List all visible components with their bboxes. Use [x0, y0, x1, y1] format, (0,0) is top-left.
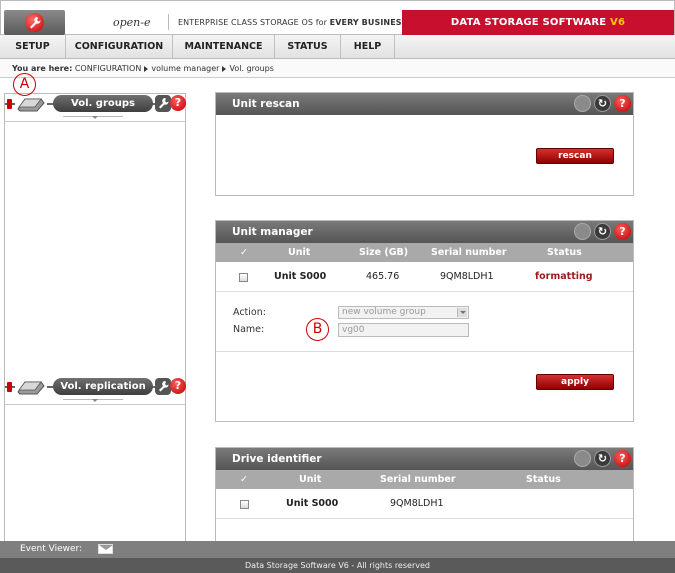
- table-row: Unit S000 465.76 9QM8LDH1 formatting: [216, 262, 633, 292]
- action-label: Action:: [233, 307, 266, 318]
- name-input[interactable]: vg00: [338, 323, 469, 337]
- vol-replication-tab[interactable]: Vol. replication: [53, 378, 153, 395]
- unit-size: 465.76: [366, 271, 400, 282]
- nav-help[interactable]: HELP: [341, 35, 395, 59]
- unit-checkbox[interactable]: [239, 273, 248, 282]
- unit-name: Unit S000: [274, 271, 327, 282]
- help-icon[interactable]: ?: [614, 223, 631, 240]
- drive-identifier-panel: Drive identifier ↻ ? ✓ Unit Serial numbe…: [215, 447, 634, 543]
- col-check: ✓: [240, 474, 248, 485]
- product-version: V6: [610, 17, 626, 28]
- annotation-a: A: [13, 73, 36, 96]
- breadcrumb-item-volume-manager[interactable]: volume manager: [151, 64, 219, 73]
- annotation-b: B: [306, 318, 329, 341]
- drive-unit-name: Unit S000: [286, 498, 339, 509]
- breadcrumb-prefix: You are here:: [12, 64, 73, 73]
- panel-title: Unit rescan: [232, 98, 300, 110]
- refresh-icon[interactable]: ↻: [594, 450, 611, 467]
- wrench-icon[interactable]: [155, 378, 171, 395]
- sidebar-divider: [5, 121, 185, 122]
- collapse-arrow-icon[interactable]: [92, 116, 98, 119]
- unit-rescan-panel: Unit rescan ↻ ? rescan: [215, 92, 634, 196]
- nav-configuration[interactable]: CONFIGURATION: [66, 35, 173, 59]
- gear-icon[interactable]: [574, 95, 591, 112]
- col-size: Size (GB): [359, 247, 409, 258]
- collapse-arrow-icon[interactable]: [92, 399, 98, 402]
- unit-manager-panel: Unit manager ↻ ? ✓ Unit Size (GB) Serial…: [215, 220, 634, 422]
- nav-maintenance[interactable]: MAINTENANCE: [173, 35, 275, 59]
- rescan-button[interactable]: rescan: [536, 148, 614, 164]
- tagline-bold: EVERY BUSINESS: [329, 18, 408, 27]
- brand-divider: [168, 14, 169, 30]
- unit-table-header: ✓ Unit Size (GB) Serial number Status: [216, 243, 633, 262]
- action-select[interactable]: new volume group: [338, 306, 469, 319]
- sidebar-panel-vol-groups: Vol. groups ?: [5, 93, 186, 115]
- disk-folder-icon: [15, 95, 47, 113]
- panel-title: Drive identifier: [232, 453, 322, 465]
- mail-icon[interactable]: [98, 544, 113, 554]
- breadcrumb: You are here: CONFIGURATION volume manage…: [0, 59, 675, 78]
- help-icon[interactable]: ?: [170, 378, 186, 394]
- disk-folder-icon: [15, 378, 47, 396]
- breadcrumb-item-vol-groups: Vol. groups: [229, 64, 274, 73]
- tagline-text: ENTERPRISE CLASS STORAGE OS for: [178, 18, 330, 27]
- nav-status[interactable]: STATUS: [275, 35, 341, 59]
- sidebar: Vol. groups ? Vol. replication ?: [4, 93, 186, 543]
- col-status: Status: [547, 247, 582, 258]
- wrench-icon[interactable]: [155, 95, 171, 112]
- nav-setup[interactable]: SETUP: [0, 35, 66, 59]
- col-serial: Serial number: [380, 474, 456, 485]
- panel-marker-icon: [7, 99, 12, 109]
- unit-manager-title: Unit manager ↻ ?: [216, 221, 633, 243]
- event-viewer-label: Event Viewer:: [20, 544, 83, 554]
- refresh-icon[interactable]: ↻: [594, 95, 611, 112]
- table-row: Unit S000 9QM8LDH1: [216, 489, 633, 519]
- panel-title: Unit manager: [232, 226, 313, 238]
- drive-identifier-title: Drive identifier ↻ ?: [216, 448, 633, 470]
- help-icon[interactable]: ?: [170, 95, 186, 111]
- col-check: ✓: [240, 247, 248, 258]
- section-divider: [216, 351, 633, 352]
- action-select-value: new volume group: [342, 307, 426, 317]
- gear-icon[interactable]: [574, 223, 591, 240]
- col-status: Status: [526, 474, 561, 485]
- tagline: ENTERPRISE CLASS STORAGE OS for EVERY BU…: [178, 18, 407, 27]
- drive-checkbox[interactable]: [240, 500, 249, 509]
- main-nav: SETUP CONFIGURATION MAINTENANCE STATUS H…: [0, 35, 675, 59]
- unit-rescan-title: Unit rescan ↻ ?: [216, 93, 633, 115]
- vol-groups-tab[interactable]: Vol. groups: [53, 95, 153, 112]
- event-viewer-bar: Event Viewer:: [0, 541, 675, 558]
- home-button[interactable]: [4, 10, 65, 35]
- product-name: DATA STORAGE SOFTWARE: [450, 17, 610, 28]
- brand-logo: open-e: [113, 16, 151, 29]
- chevron-down-icon: [457, 308, 467, 317]
- col-serial: Serial number: [431, 247, 507, 258]
- panel-marker-icon: [7, 382, 12, 392]
- breadcrumb-arrow-icon: [222, 65, 227, 72]
- wrench-logo-icon: [25, 13, 44, 32]
- product-banner: DATA STORAGE SOFTWARE V6: [402, 10, 674, 36]
- drive-table-header: ✓ Unit Serial number Status: [216, 470, 633, 489]
- unit-serial: 9QM8LDH1: [440, 271, 494, 282]
- drive-serial: 9QM8LDH1: [390, 498, 444, 509]
- name-label: Name:: [233, 324, 265, 335]
- copyright-footer: Data Storage Software V6 - All rights re…: [0, 558, 675, 573]
- col-unit: Unit: [299, 474, 322, 485]
- sidebar-panel-vol-replication: Vol. replication ?: [5, 376, 186, 398]
- gear-icon[interactable]: [574, 450, 591, 467]
- refresh-icon[interactable]: ↻: [594, 223, 611, 240]
- sidebar-divider: [5, 404, 185, 405]
- breadcrumb-arrow-icon: [144, 65, 149, 72]
- app-header: open-e ENTERPRISE CLASS STORAGE OS for E…: [0, 0, 675, 36]
- unit-status-badge: formatting: [535, 271, 593, 282]
- col-unit: Unit: [288, 247, 311, 258]
- breadcrumb-item-configuration[interactable]: CONFIGURATION: [75, 64, 142, 73]
- help-icon[interactable]: ?: [614, 95, 631, 112]
- help-icon[interactable]: ?: [614, 450, 631, 467]
- apply-button[interactable]: apply: [536, 374, 614, 390]
